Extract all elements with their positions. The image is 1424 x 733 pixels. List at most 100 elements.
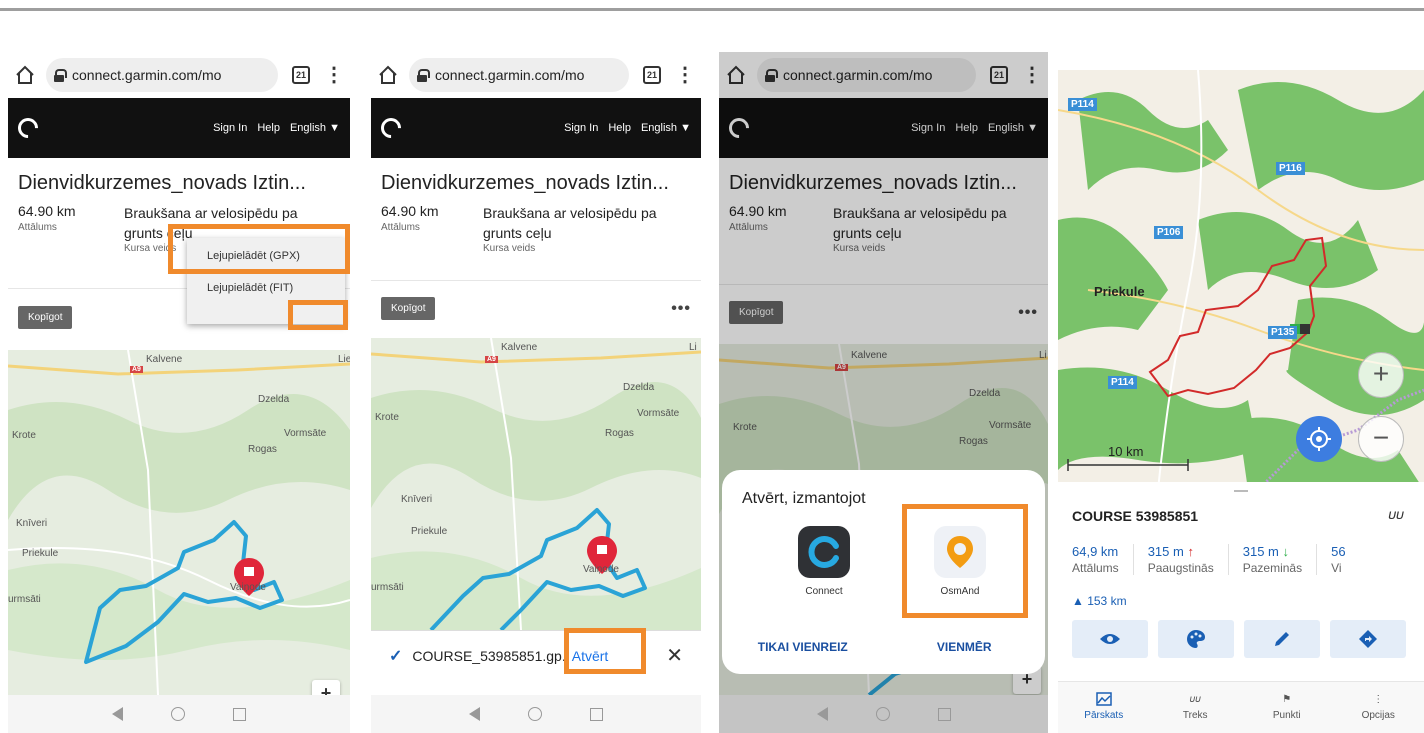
- directions-icon: [1359, 630, 1377, 648]
- help-link[interactable]: Help: [257, 122, 280, 134]
- map-label-priekule: Priekule: [411, 526, 448, 537]
- map-label-urmsati: urmsāti: [371, 582, 404, 593]
- garmin-logo-icon[interactable]: [13, 113, 43, 143]
- map-label-kniveri: Knīveri: [16, 518, 48, 529]
- appearance-button[interactable]: [1158, 620, 1234, 658]
- home-circle-icon[interactable]: [171, 707, 185, 721]
- map-label-vainode: Vaiņode: [583, 564, 619, 575]
- home-circle-icon[interactable]: [875, 707, 890, 721]
- drag-handle[interactable]: [1234, 490, 1248, 492]
- map-label-dzelda: Dzelda: [623, 382, 655, 393]
- garmin-header: Sign In Help English ▼: [371, 98, 701, 158]
- url-bar[interactable]: connect.garmin.com/mo: [46, 58, 278, 92]
- town-priekule: Priekule: [1094, 284, 1145, 299]
- screenshot-panel-1: connect.garmin.com/mo 21 ⋮ Sign In Help …: [8, 52, 350, 733]
- back-icon[interactable]: [816, 707, 828, 721]
- arrow-up-icon: ↑: [1187, 544, 1194, 559]
- tab-options[interactable]: ⋮ Opcijas: [1333, 682, 1424, 733]
- map-label-li: Li: [689, 342, 697, 353]
- url-text: connect.garmin.com/mo: [435, 67, 585, 83]
- connect-app-label: Connect: [805, 586, 843, 597]
- download-fit-item[interactable]: Lejupielādēt (FIT): [187, 270, 345, 302]
- browser-menu-icon[interactable]: ⋮: [675, 65, 695, 85]
- palette-icon: [1187, 630, 1205, 648]
- zoom-in-button[interactable]: +: [312, 680, 340, 695]
- share-button[interactable]: Kopīgot: [18, 306, 73, 329]
- map-label-kniveri: Knīveri: [401, 494, 433, 505]
- zoom-out-button[interactable]: −: [1358, 416, 1404, 462]
- back-icon[interactable]: [469, 707, 480, 721]
- screenshot-panel-3: connect.garmin.com/mo 21 ⋮ Sign In Help …: [719, 52, 1048, 733]
- home-icon[interactable]: [14, 64, 36, 86]
- road-a9-badge: A9: [485, 356, 498, 363]
- browser-toolbar: connect.garmin.com/mo 21 ⋮: [371, 52, 701, 98]
- tab-track[interactable]: 𝜐𝜐 Treks: [1150, 682, 1242, 733]
- just-once-button[interactable]: TIKAI VIENREIZ: [722, 632, 884, 662]
- map-terrain: [8, 350, 350, 695]
- my-location-button[interactable]: [1296, 416, 1342, 462]
- url-text: connect.garmin.com/mo: [72, 67, 222, 83]
- stat-descent-label: Pazeminās: [1242, 561, 1303, 575]
- url-bar[interactable]: connect.garmin.com/mo: [409, 58, 629, 92]
- map-label-krote: Krote: [375, 412, 399, 423]
- tab-switcher-button[interactable]: 21: [292, 66, 310, 84]
- home-icon[interactable]: [377, 64, 399, 86]
- always-button[interactable]: VIENMĒR: [884, 632, 1046, 662]
- connect-app-option[interactable]: Connect: [784, 526, 864, 597]
- show-track-button[interactable]: [1072, 620, 1148, 658]
- map-label-vormsate: Vormsāte: [637, 408, 680, 419]
- open-with-sheet: Atvērt, izmantojot Connect OsmAnd TIKAI …: [722, 470, 1045, 674]
- track-actions: [1072, 620, 1406, 658]
- browser-menu-icon[interactable]: ⋮: [324, 65, 344, 85]
- sign-in-link[interactable]: Sign In: [213, 122, 247, 134]
- map-label-kalvene: Kalvene: [146, 354, 183, 365]
- share-button[interactable]: Kopīgot: [381, 297, 436, 320]
- total-distance: ▲ 153 km: [1072, 594, 1127, 608]
- language-selector[interactable]: English ▼: [290, 122, 340, 134]
- recent-apps-icon[interactable]: [233, 707, 246, 721]
- map-label-priekule: Priekule: [22, 548, 59, 559]
- course-stats: 64.90 km Attālums Braukšana ar velosipēd…: [371, 203, 701, 254]
- track-icon: 𝜐𝜐: [1189, 693, 1201, 705]
- arrow-down-icon: ↓: [1282, 544, 1290, 559]
- road-p116: P116: [1276, 162, 1305, 175]
- edit-track-button[interactable]: [1244, 620, 1320, 658]
- highlight-osmand-box: [902, 504, 1028, 618]
- course-map[interactable]: A9 Kalvene Dzelda Krote Vormsāte Rogas K…: [8, 350, 350, 695]
- course-map[interactable]: A9 Kalvene Dzelda Krote Vormsāte Rogas K…: [371, 338, 701, 630]
- navigate-button[interactable]: [1330, 620, 1406, 658]
- stat-descent-value: 315 m ↓: [1242, 544, 1290, 559]
- recent-apps-icon[interactable]: [590, 707, 603, 721]
- home-circle-icon[interactable]: [528, 707, 542, 721]
- stat-extra-value: 56: [1331, 544, 1346, 559]
- road-a9-badge: A9: [130, 366, 143, 373]
- recent-apps-icon[interactable]: [937, 707, 951, 721]
- close-icon[interactable]: ✕: [666, 643, 683, 668]
- garmin-header: Sign In Help English ▼: [8, 98, 350, 158]
- lock-icon: [417, 68, 430, 82]
- map-label-krote: Krote: [12, 430, 36, 441]
- top-divider: [0, 8, 1424, 11]
- android-nav-bar: [8, 695, 350, 733]
- tab-points[interactable]: ⚑ Punkti: [1241, 682, 1333, 733]
- language-selector[interactable]: English ▼: [641, 122, 691, 134]
- back-icon[interactable]: [112, 707, 123, 721]
- open-with-title: Atvērt, izmantojot: [742, 490, 866, 507]
- road-p114-low: P114: [1108, 376, 1137, 389]
- distance-label: Attālums: [381, 222, 420, 233]
- tab-overview[interactable]: Pārskats: [1058, 682, 1150, 733]
- highlight-gpx-box: [168, 224, 350, 274]
- android-nav-bar: [371, 695, 701, 733]
- more-options-button[interactable]: •••: [671, 300, 691, 318]
- screenshot-panel-4: P114 P116 P106 Priekule P135 P114 10 km …: [1058, 52, 1424, 733]
- osmand-map[interactable]: P114 P116 P106 Priekule P135 P114 10 km …: [1058, 70, 1424, 490]
- garmin-logo-icon[interactable]: [376, 113, 406, 143]
- zoom-in-button[interactable]: +: [1358, 352, 1404, 398]
- track-info-card: COURSE 53985851 𝜐𝜐 64,9 km Attālums 315 m…: [1058, 482, 1424, 733]
- distance-value: 64.90 km: [18, 203, 76, 219]
- screenshot-panel-2: connect.garmin.com/mo 21 ⋮ Sign In Help …: [371, 52, 701, 733]
- help-link[interactable]: Help: [608, 122, 631, 134]
- track-title: COURSE 53985851: [1072, 508, 1199, 524]
- tab-switcher-button[interactable]: 21: [643, 66, 661, 84]
- sign-in-link[interactable]: Sign In: [564, 122, 598, 134]
